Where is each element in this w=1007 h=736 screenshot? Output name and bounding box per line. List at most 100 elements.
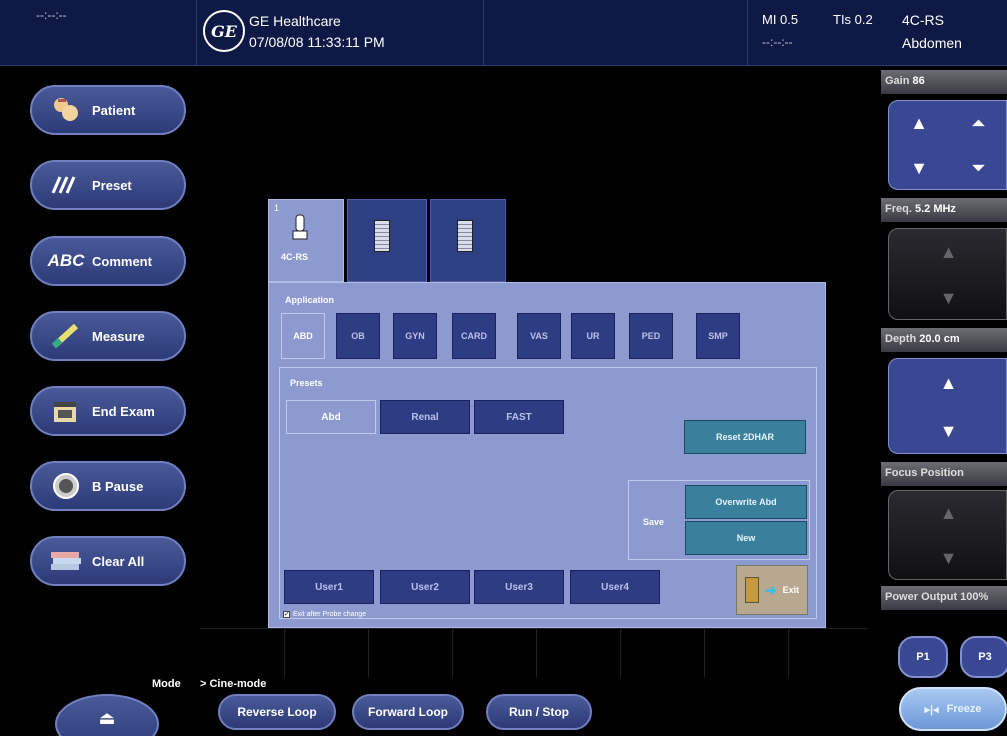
top-status-bar: --:--:-- GE GE Healthcare 07/08/08 11:33… (0, 0, 1007, 66)
freq-up-button[interactable]: ▲ (889, 229, 1006, 275)
tab-probe-4c-rs[interactable]: 1 4C-RS (268, 199, 344, 282)
door-icon (744, 577, 759, 603)
freq-down-button[interactable]: ▼ (889, 275, 1006, 319)
arrow-up-icon: ▲ (939, 241, 958, 262)
app-button-ur[interactable]: UR (571, 313, 615, 359)
arrow-up-icon: ▲ (939, 372, 958, 393)
gain-control: ▲ ⏶ ▼ ⏷ (888, 100, 1007, 190)
left-status-text: --:--:-- (36, 8, 67, 22)
app-button-card[interactable]: CARD (452, 313, 496, 359)
probe-name: 4C-RS (902, 12, 945, 28)
gain-label: Gain (885, 75, 910, 87)
p1-button[interactable]: P1 (898, 636, 948, 678)
double-arrow-up-icon: ⏶ (971, 113, 986, 133)
time-placeholder: --:--:-- (762, 35, 793, 49)
presets-title: Presets (290, 378, 323, 388)
preset-renal-button[interactable]: Renal (380, 400, 470, 434)
arrow-up-icon: ▲ (910, 113, 928, 133)
app-button-ped[interactable]: PED (629, 313, 673, 359)
comment-icon: ABC (47, 251, 85, 270)
focus-control: ▲ ▼ (888, 490, 1007, 580)
forward-loop-button[interactable]: Forward Loop (352, 694, 464, 730)
freq-control: ▲ ▼ (888, 228, 1007, 320)
preset-dialog: Application ABD OB GYN CARD VAS UR PED S… (268, 282, 826, 628)
pause-icon (44, 466, 88, 506)
checkbox-checked-icon: ✓ (283, 611, 290, 618)
gain-down-button[interactable]: ▼ (889, 146, 949, 189)
patient-icon (44, 90, 88, 130)
tab-number: 1 (274, 203, 280, 213)
user3-button[interactable]: User3 (474, 570, 564, 604)
probe-slot-icon (457, 220, 473, 252)
measure-button[interactable]: Measure (30, 311, 186, 361)
tab-probe-label: 4C-RS (281, 252, 309, 262)
focus-up-button[interactable]: ▲ (889, 491, 1006, 536)
eject-icon: ⏏ (98, 708, 116, 728)
app-button-gyn[interactable]: GYN (393, 313, 437, 359)
exit-button[interactable]: ➔ Exit (736, 565, 808, 615)
gain-value: 86 (912, 75, 925, 87)
arrow-down-icon: ▼ (939, 548, 958, 568)
mode-row: Mode > Cine-mode (0, 676, 881, 692)
top-left-cell: --:--:-- (0, 0, 197, 66)
app-button-vas[interactable]: VAS (517, 313, 561, 359)
p3-button[interactable]: P3 (960, 636, 1007, 678)
arrow-right-icon: ➔ (764, 581, 777, 598)
end-exam-icon (44, 391, 88, 431)
timeline-strip (200, 628, 868, 677)
b-pause-label: B Pause (92, 478, 144, 494)
app-button-smp[interactable]: SMP (696, 313, 740, 359)
gain-fast-up-button[interactable]: ⏶ (949, 101, 1006, 146)
depth-label-bar: Depth 20.0 cm (881, 328, 1007, 352)
exit-label: Exit (782, 585, 800, 595)
reset-2dhar-button[interactable]: Reset 2DHAR (684, 420, 806, 454)
preset-button[interactable]: Preset (30, 160, 186, 210)
save-label: Save (643, 517, 665, 527)
patient-label: Patient (92, 102, 136, 118)
eject-button[interactable]: ⏏ (55, 694, 159, 736)
gain-up-button[interactable]: ▲ (889, 101, 949, 146)
preset-icon (44, 165, 88, 205)
preset-label: Preset (92, 177, 132, 193)
end-exam-button[interactable]: End Exam (30, 386, 186, 436)
freq-label-bar: Freq. 5.2 MHz (881, 198, 1007, 222)
run-stop-button[interactable]: Run / Stop (486, 694, 592, 730)
overwrite-button[interactable]: Overwrite Abd (685, 485, 807, 519)
b-pause-button[interactable]: B Pause (30, 461, 186, 511)
measure-icon (44, 316, 88, 356)
preset-fast-button[interactable]: FAST (474, 400, 564, 434)
reverse-loop-button[interactable]: Reverse Loop (218, 694, 336, 730)
user1-button[interactable]: User1 (284, 570, 374, 604)
arrow-down-icon: ▼ (939, 287, 958, 308)
arrow-up-icon: ▲ (939, 503, 958, 523)
depth-value: 20.0 cm (919, 333, 960, 345)
depth-up-button[interactable]: ▲ (889, 359, 1006, 407)
tab-probe-3[interactable] (430, 199, 506, 282)
probe-slot-icon (374, 220, 390, 252)
user4-button[interactable]: User4 (570, 570, 660, 604)
brand-cell: GE GE Healthcare 07/08/08 11:33:11 PM (197, 0, 484, 66)
new-preset-button[interactable]: New (685, 521, 807, 555)
end-exam-label: End Exam (92, 403, 155, 419)
focus-down-button[interactable]: ▼ (889, 536, 1006, 579)
measure-label: Measure (92, 328, 145, 344)
user2-button[interactable]: User2 (380, 570, 470, 604)
focus-label: Focus Position (885, 467, 964, 479)
app-button-abd[interactable]: ABD (281, 313, 325, 359)
depth-down-button[interactable]: ▼ (889, 407, 1006, 453)
tab-probe-2[interactable] (347, 199, 427, 282)
comment-button[interactable]: ABC Comment (30, 236, 186, 286)
depth-control: ▲ ▼ (888, 358, 1007, 454)
arrow-down-icon: ▼ (910, 158, 928, 178)
freeze-button[interactable]: ▸|◂ Freeze (899, 687, 1007, 731)
gain-fast-down-button[interactable]: ⏷ (949, 146, 1006, 189)
clear-all-button[interactable]: Clear All (30, 536, 186, 586)
patient-button[interactable]: Patient (30, 85, 186, 135)
exit-after-probe-checkbox[interactable]: ✓ Exit after Probe change (283, 611, 366, 618)
freq-label: Freq. (885, 203, 912, 215)
focus-label-bar: Focus Position (881, 462, 1007, 486)
tis-value: TIs 0.2 (833, 12, 873, 27)
arrow-down-icon: ▼ (939, 420, 958, 441)
preset-abd-button[interactable]: Abd (286, 400, 376, 434)
app-button-ob[interactable]: OB (336, 313, 380, 359)
